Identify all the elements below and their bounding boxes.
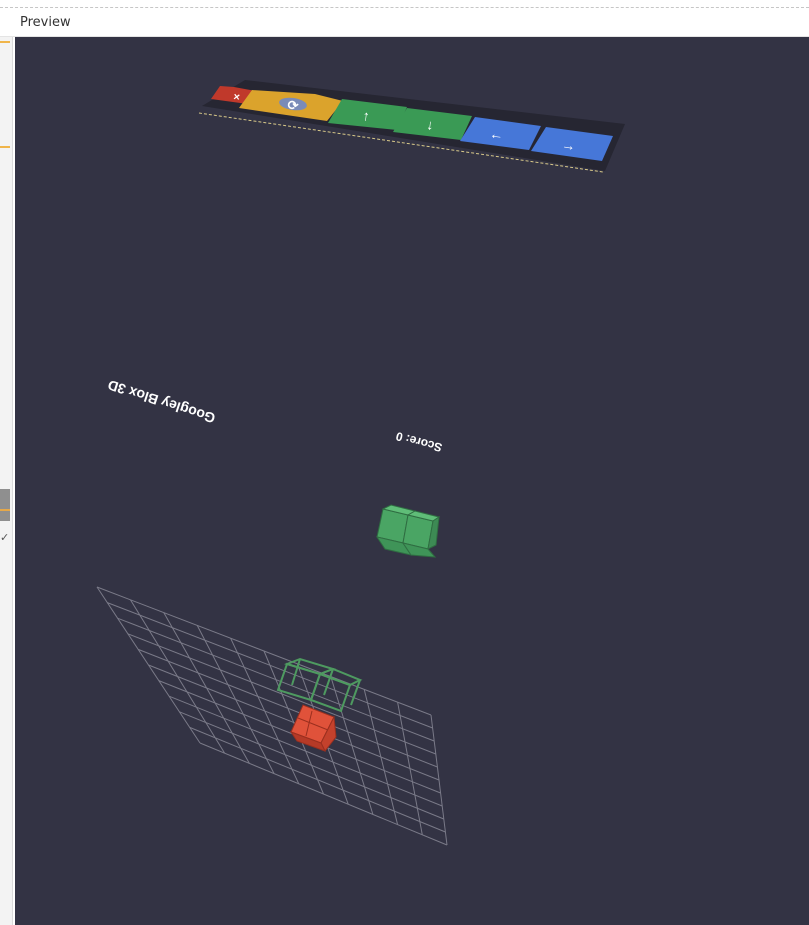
rotate-icon: ⟳ — [287, 97, 300, 113]
grid-line — [363, 689, 399, 825]
game-grid — [96, 586, 448, 846]
grid-line — [430, 714, 448, 846]
preview-header: Preview — [0, 8, 809, 37]
checkmark-icon: ✓ — [0, 532, 10, 544]
left-editor-strip: ✓ — [0, 37, 13, 925]
gutter-marker — [0, 509, 10, 511]
arrow-left-icon: ← — [489, 125, 505, 143]
gutter-marker — [0, 41, 10, 43]
scrollbar-thumb[interactable] — [0, 489, 10, 521]
game-viewport[interactable]: × ⟳ ↑ ↓ ← → Googley Blox 3D Score: 0 — [15, 37, 809, 925]
gutter-marker — [0, 146, 10, 148]
game-scene[interactable]: × ⟳ ↑ ↓ ← → Googley Blox 3D Score: 0 — [15, 37, 809, 925]
falling-piece — [375, 504, 441, 558]
preview-title: Preview — [20, 15, 71, 30]
arrow-right-icon: → — [561, 136, 577, 154]
score-label: Score: 0 — [394, 429, 444, 455]
game-title: Googley Blox 3D — [106, 377, 217, 427]
